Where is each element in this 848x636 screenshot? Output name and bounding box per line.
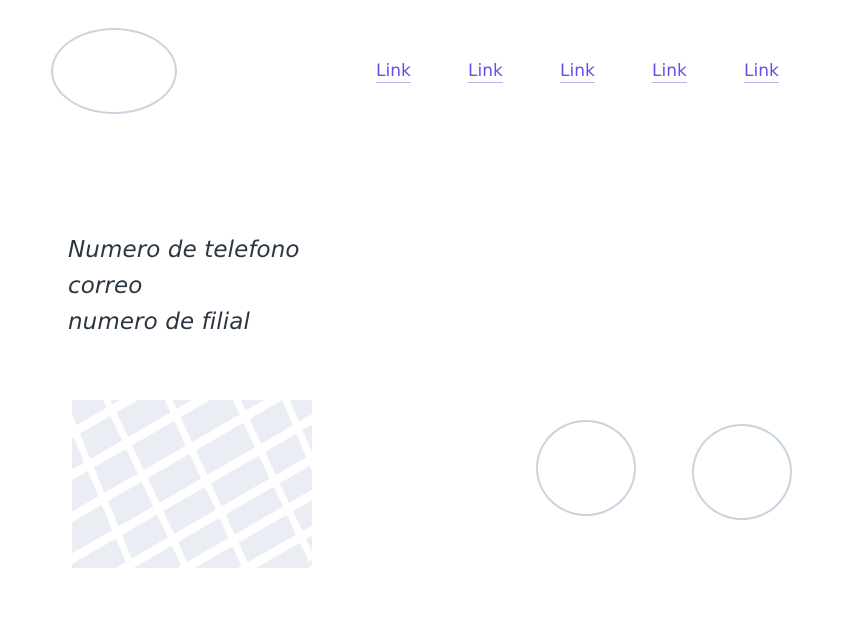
- phone-number-text: Numero de telefono: [68, 237, 300, 263]
- branch-number-text: numero de filial: [68, 309, 250, 335]
- nav-link-5[interactable]: Link: [744, 60, 779, 83]
- nav-link-3[interactable]: Link: [560, 60, 595, 83]
- logo-placeholder-icon[interactable]: [51, 28, 177, 114]
- email-text: correo: [68, 273, 143, 299]
- map-graphic: [72, 400, 312, 568]
- social-icon-1[interactable]: [536, 420, 636, 516]
- nav-link-2[interactable]: Link: [468, 60, 503, 83]
- nav-link-1[interactable]: Link: [376, 60, 411, 83]
- contact-info: Numero de telefono correo numero de fili…: [68, 232, 300, 340]
- nav-link-4[interactable]: Link: [652, 60, 687, 83]
- map-icon[interactable]: [72, 400, 312, 568]
- social-icon-2[interactable]: [692, 424, 792, 520]
